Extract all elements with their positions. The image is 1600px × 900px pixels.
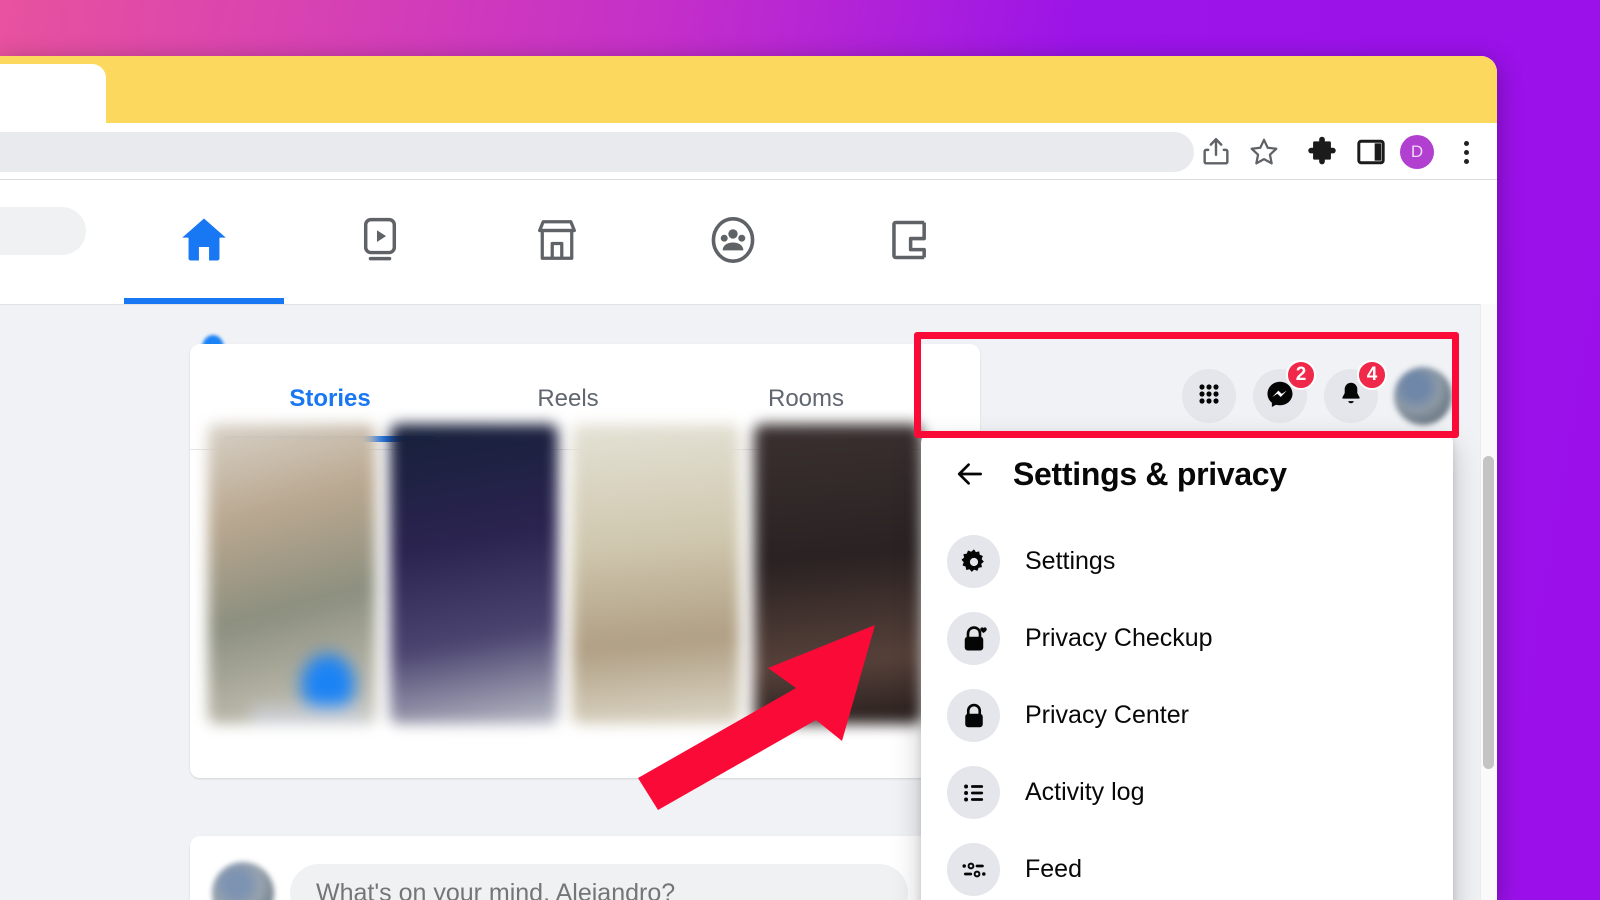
address-bar[interactable] (0, 132, 1194, 172)
grid-icon (1195, 380, 1223, 413)
post-composer-input[interactable] (290, 864, 908, 900)
tab-reels[interactable]: Reels (452, 368, 684, 430)
user-avatar[interactable] (1394, 367, 1452, 425)
create-story-label (250, 706, 370, 724)
nav-item-groups[interactable] (653, 180, 813, 304)
story-card[interactable] (572, 424, 740, 724)
nav-item-marketplace[interactable] (477, 180, 637, 304)
share-icon[interactable] (1199, 135, 1233, 169)
facebook-header: 2 4 (0, 180, 1497, 425)
lock-heart-icon (947, 612, 1000, 665)
menu-item-feed[interactable]: Feed (933, 831, 1441, 900)
composer-avatar[interactable] (212, 862, 274, 900)
menu-item-label: Feed (1025, 855, 1082, 883)
notifications-badge: 4 (1357, 360, 1387, 390)
menu-item-activity-log[interactable]: Activity log (933, 754, 1441, 831)
side-panel-icon[interactable] (1354, 135, 1388, 169)
three-dots-menu-icon[interactable] (1453, 135, 1479, 169)
menu-item-settings[interactable]: Settings (933, 523, 1441, 600)
browser-tab-active[interactable] (0, 64, 106, 123)
menu-item-privacy-center[interactable]: Privacy Center (933, 677, 1441, 754)
menu-grid-button[interactable] (1182, 369, 1236, 423)
video-icon (354, 214, 406, 271)
gear-icon (947, 535, 1000, 588)
story-card[interactable] (390, 424, 558, 724)
tab-stories[interactable]: Stories (214, 368, 446, 442)
menu-title: Settings & privacy (1013, 455, 1287, 492)
scrollbar-thumb[interactable] (1483, 456, 1494, 769)
nav-item-video[interactable] (300, 180, 460, 304)
sliders-icon (947, 843, 1000, 896)
lock-icon (947, 689, 1000, 742)
facebook-page: 2 4 Stories Reels Rooms What's on your m… (0, 180, 1497, 900)
stories-card: Stories Reels Rooms (190, 344, 980, 778)
gaming-icon (885, 215, 935, 270)
home-icon (175, 211, 233, 274)
settings-privacy-menu: Settings & privacy Settings Privacy Chec… (921, 433, 1453, 900)
tab-rooms[interactable]: Rooms (690, 368, 922, 430)
menu-item-label: Privacy Center (1025, 701, 1189, 729)
browser-tab-strip (0, 56, 1497, 123)
menu-item-label: Privacy Checkup (1025, 624, 1213, 652)
nav-item-home[interactable] (124, 180, 284, 304)
groups-icon (706, 213, 760, 272)
story-card[interactable] (754, 424, 922, 724)
list-icon (947, 766, 1000, 819)
page-scrollbar[interactable] (1480, 304, 1497, 900)
browser-toolbar: D (0, 123, 1497, 180)
menu-item-label: Settings (1025, 547, 1116, 575)
messenger-button[interactable]: 2 (1253, 360, 1316, 423)
search-input[interactable] (0, 207, 86, 255)
browser-window: × + (0, 56, 1497, 900)
messenger-badge: 2 (1286, 360, 1316, 390)
star-icon[interactable] (1247, 135, 1281, 169)
story-card-create[interactable] (208, 424, 376, 724)
puzzle-icon[interactable] (1305, 135, 1339, 169)
menu-item-privacy-checkup[interactable]: Privacy Checkup (933, 600, 1441, 677)
nav-item-gaming[interactable] (830, 180, 990, 304)
post-composer-card (190, 836, 980, 900)
chrome-profile-avatar[interactable]: D (1400, 135, 1434, 169)
menu-header: Settings & privacy (921, 433, 1453, 515)
notifications-button[interactable]: 4 (1324, 360, 1387, 423)
marketplace-icon (531, 214, 583, 271)
menu-item-label: Activity log (1025, 778, 1145, 806)
arrow-left-icon[interactable] (953, 457, 987, 491)
